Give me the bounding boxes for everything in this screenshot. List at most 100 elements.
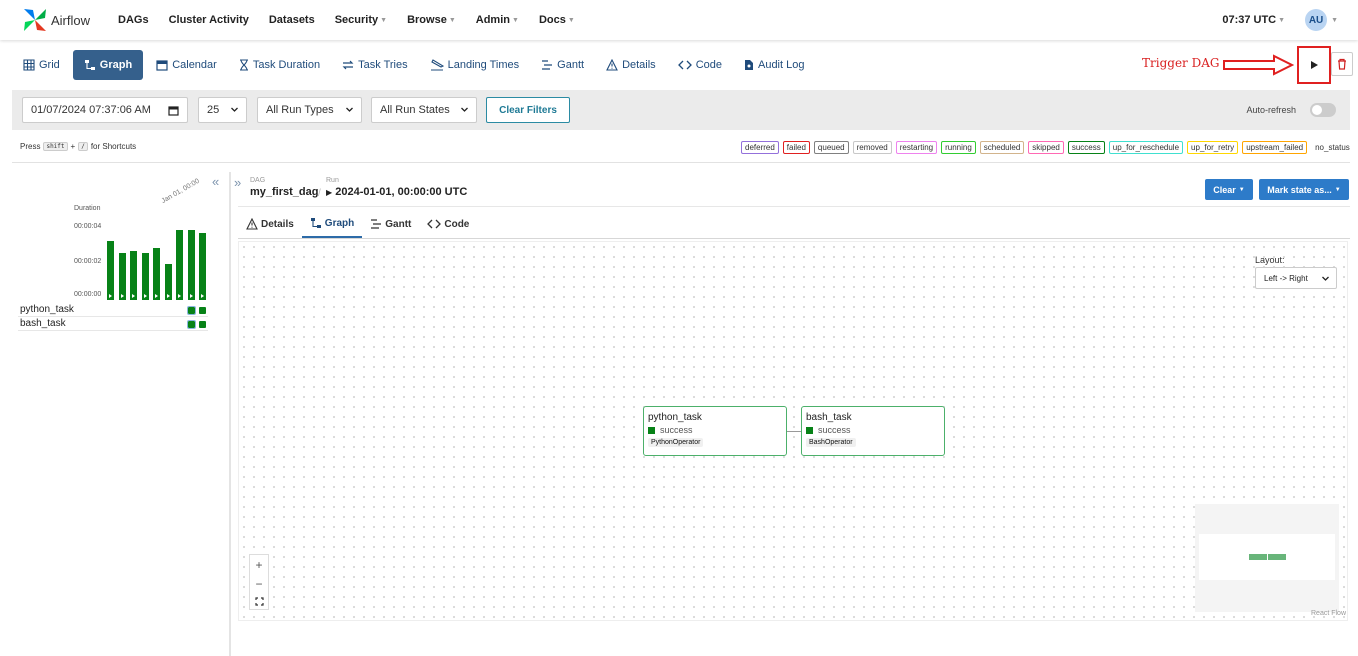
panel-divider[interactable] xyxy=(229,172,231,656)
nav-dags[interactable]: DAGs xyxy=(118,14,149,26)
legend-running[interactable]: running xyxy=(941,141,976,154)
dag-grid-panel: « Duration 00:00:04 00:00:02 00:00:00 Ja… xyxy=(12,172,222,652)
tab-task-duration[interactable]: Task Duration xyxy=(230,50,329,80)
clear-run-button[interactable]: Clear ▼ xyxy=(1205,179,1253,200)
zoom-controls: + − xyxy=(249,554,269,610)
task-node-name: python_task xyxy=(648,412,702,423)
clear-filters-button[interactable]: Clear Filters xyxy=(486,97,570,123)
task-node-operator: PythonOperator xyxy=(648,438,704,447)
divider xyxy=(238,238,1350,239)
legend-queued[interactable]: queued xyxy=(813,141,849,154)
task-instance-square[interactable] xyxy=(187,320,196,329)
zoom-out-button[interactable]: − xyxy=(255,577,262,591)
tab-calendar[interactable]: Calendar xyxy=(147,50,226,80)
plane-landing-icon xyxy=(430,59,448,71)
chevron-down-icon: ▼ xyxy=(1331,16,1338,24)
legend-restarting[interactable]: restarting xyxy=(895,141,938,154)
legend-failed[interactable]: failed xyxy=(782,141,810,154)
task-instance-square[interactable] xyxy=(199,321,206,328)
layout-select[interactable]: Left -> Right xyxy=(1255,267,1337,289)
subtab-code[interactable]: Code xyxy=(419,210,477,238)
nav-datasets[interactable]: Datasets xyxy=(269,14,315,26)
zoom-in-button[interactable]: + xyxy=(255,558,262,572)
run-state-select[interactable]: All Run States xyxy=(371,97,477,123)
run-duration-bar[interactable] xyxy=(188,230,195,300)
fit-view-icon[interactable] xyxy=(254,597,264,606)
task-node-bash-task[interactable]: bash_task success BashOperator xyxy=(801,406,945,456)
expand-grid-button[interactable]: » xyxy=(234,175,241,190)
chevron-down-icon xyxy=(1322,276,1329,281)
task-row-python-task[interactable]: python_task xyxy=(18,304,208,317)
current-time: 07:37 UTC xyxy=(1222,14,1277,26)
graph-canvas[interactable]: Layout: Left -> Right python_task succes… xyxy=(238,241,1348,621)
legend-success[interactable]: success xyxy=(1067,141,1105,154)
legend-no-status[interactable]: no_status xyxy=(1315,143,1350,152)
auto-refresh-toggle[interactable] xyxy=(1310,103,1336,117)
tab-audit-log[interactable]: Audit Log xyxy=(735,50,813,80)
run-duration-bar[interactable] xyxy=(107,241,114,300)
mark-state-button[interactable]: Mark state as... ▼ xyxy=(1259,179,1349,200)
graph-minimap[interactable] xyxy=(1195,504,1339,612)
subtab-graph[interactable]: Graph xyxy=(301,210,363,238)
breadcrumb-dag-name[interactable]: my_first_dag xyxy=(250,186,318,198)
run-duration-bar[interactable] xyxy=(142,253,149,300)
run-duration-bar[interactable] xyxy=(199,233,206,300)
nav-admin[interactable]: Admin ▼ xyxy=(476,14,519,26)
legend-scheduled[interactable]: scheduled xyxy=(979,141,1025,154)
tab-graph[interactable]: Graph xyxy=(72,50,144,80)
task-node-python-task[interactable]: python_task success PythonOperator xyxy=(643,406,787,456)
clock-dropdown[interactable]: 07:37 UTC ▼ xyxy=(1222,14,1285,26)
trigger-dag-button[interactable] xyxy=(1297,46,1331,84)
run-duration-bar[interactable] xyxy=(153,248,160,300)
legend-up-for-reschedule[interactable]: up_for_reschedule xyxy=(1108,141,1184,154)
chevron-down-icon: ▼ xyxy=(1278,16,1286,24)
run-duration-bar[interactable] xyxy=(176,230,183,300)
legend-deferred[interactable]: deferred xyxy=(741,141,779,154)
chevron-down-icon: ▼ xyxy=(1238,186,1245,193)
grid-icon xyxy=(23,59,39,71)
num-runs-select[interactable]: 25 xyxy=(198,97,247,123)
tab-landing-times[interactable]: Landing Times xyxy=(421,50,529,80)
breadcrumb-run[interactable]: ▶ 2024-01-01, 00:00:00 UTC xyxy=(326,186,467,198)
chevron-down-icon: ▼ xyxy=(1334,186,1341,193)
status-square-icon xyxy=(648,426,655,434)
legend-up-for-retry[interactable]: up_for_retry xyxy=(1187,141,1239,154)
task-row-bash-task[interactable]: bash_task xyxy=(18,318,208,331)
task-instance-square[interactable] xyxy=(187,306,196,315)
status-legend: deferred failed queued removed restarting run… xyxy=(741,141,1350,154)
retry-icon xyxy=(342,59,358,71)
legend-removed[interactable]: removed xyxy=(852,141,892,154)
base-date-input[interactable]: 01/07/2024 07:37:06 AM xyxy=(22,97,188,123)
tab-details[interactable]: Details xyxy=(597,50,665,80)
tab-grid[interactable]: Grid xyxy=(14,50,69,80)
user-avatar[interactable]: AU xyxy=(1305,9,1328,31)
run-duration-bar[interactable] xyxy=(165,264,172,300)
airflow-logo[interactable]: Airflow xyxy=(22,7,118,33)
tab-gantt[interactable]: Gantt xyxy=(532,50,593,80)
layout-label: Layout: xyxy=(1255,255,1285,265)
graph-edge xyxy=(787,431,801,432)
nav-docs[interactable]: Docs ▼ xyxy=(539,14,575,26)
subtab-details[interactable]: Details xyxy=(238,210,302,238)
gantt-icon xyxy=(541,59,557,71)
minimap-viewport xyxy=(1199,534,1335,580)
delete-dag-button[interactable] xyxy=(1331,52,1353,76)
nav-browse[interactable]: Browse ▼ xyxy=(407,14,456,26)
warning-triangle-icon xyxy=(246,218,261,230)
run-type-select[interactable]: All Run Types xyxy=(257,97,362,123)
nav-security[interactable]: Security ▼ xyxy=(335,14,387,26)
run-duration-bar[interactable] xyxy=(130,251,137,300)
subtab-gantt[interactable]: Gantt xyxy=(362,210,419,238)
chevron-down-icon xyxy=(231,107,238,112)
tab-code[interactable]: Code xyxy=(669,50,731,80)
nav-cluster-activity[interactable]: Cluster Activity xyxy=(169,14,249,26)
tab-task-tries[interactable]: Task Tries xyxy=(333,50,417,80)
legend-upstream-failed[interactable]: upstream_failed xyxy=(1242,141,1308,154)
react-flow-attribution[interactable]: React Flow xyxy=(1311,610,1346,617)
run-duration-bar[interactable] xyxy=(119,253,126,300)
annotation-arrow-icon xyxy=(1223,54,1294,76)
task-node-name: bash_task xyxy=(806,412,852,423)
legend-skipped[interactable]: skipped xyxy=(1028,141,1064,154)
divider xyxy=(238,206,1350,207)
task-instance-square[interactable] xyxy=(199,307,206,314)
